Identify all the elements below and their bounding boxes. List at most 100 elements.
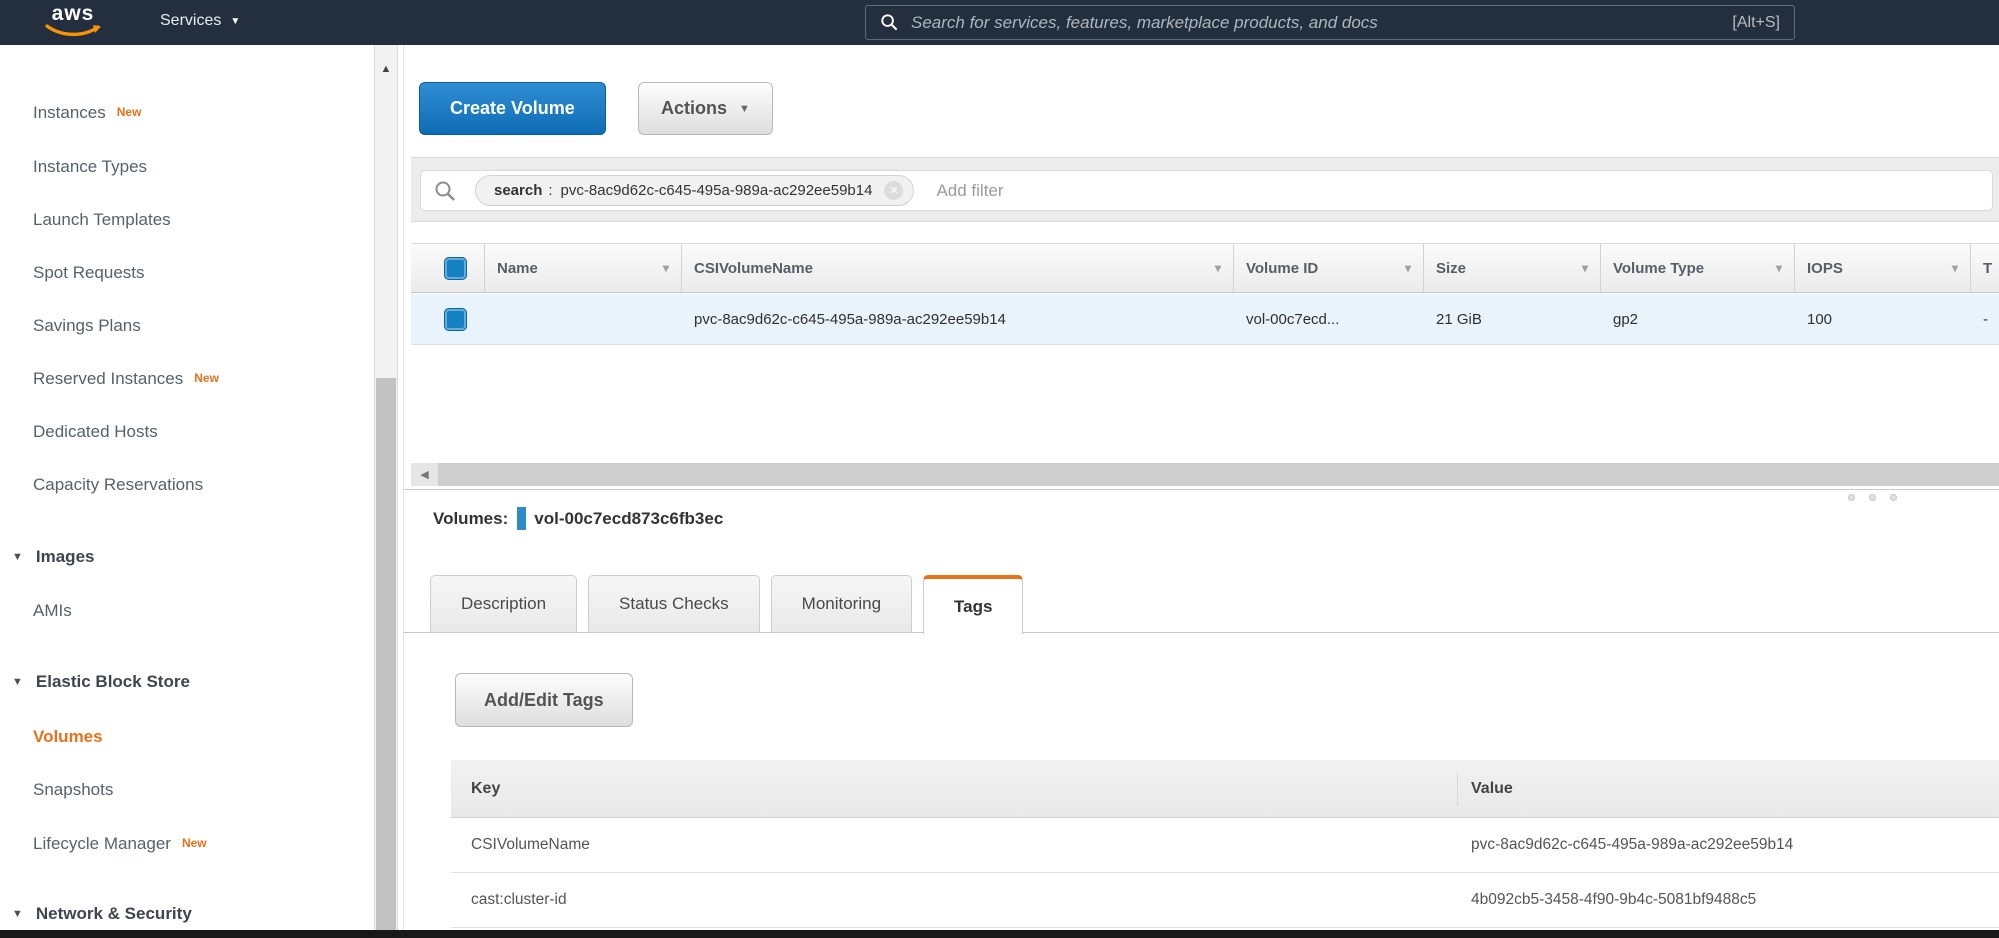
sidebar-item-amis[interactable]: AMIs bbox=[0, 598, 370, 624]
tag-row: cast:cluster-id 4b092cb5-3458-4f90-9b4c-… bbox=[451, 873, 1999, 928]
sort-caret-icon: ▾ bbox=[1776, 261, 1782, 275]
global-search-input[interactable] bbox=[911, 13, 1732, 33]
search-icon bbox=[433, 179, 457, 203]
volume-table-row[interactable]: pvc-8ac9d62c-c645-495a-989a-ac292ee59b14… bbox=[411, 294, 1999, 345]
sort-caret-icon: ▾ bbox=[1215, 261, 1221, 275]
remove-filter-icon[interactable]: ✕ bbox=[884, 181, 903, 200]
row-checkbox[interactable] bbox=[444, 308, 467, 331]
select-all-cell bbox=[411, 244, 485, 292]
tags-table-header: Key Value bbox=[451, 760, 1999, 818]
tab-tags[interactable]: Tags bbox=[923, 575, 1023, 634]
sidebar-item-capacity-reservations[interactable]: Capacity Reservations bbox=[0, 472, 370, 498]
section-collapse-icon: ▼ bbox=[12, 908, 23, 920]
col-header-throughput-truncated[interactable]: T bbox=[1971, 244, 1999, 292]
sidebar-item-savings-plans[interactable]: Savings Plans bbox=[0, 313, 370, 339]
aws-smile-icon bbox=[44, 24, 102, 38]
pane-resize-handle[interactable] bbox=[1848, 494, 1897, 501]
sidebar-item-volumes[interactable]: Volumes bbox=[0, 724, 370, 750]
filter-bar: search : pvc-8ac9d62c-c645-495a-989a-ac2… bbox=[411, 157, 1999, 222]
select-all-checkbox[interactable] bbox=[444, 257, 467, 280]
sidebar-item-lifecycle-manager[interactable]: Lifecycle ManagerNew bbox=[0, 831, 370, 857]
window-bottom-edge bbox=[0, 930, 1999, 938]
tab-monitoring[interactable]: Monitoring bbox=[771, 575, 912, 633]
col-header-csivolumename[interactable]: CSIVolumeName▾ bbox=[682, 244, 1234, 292]
pane-splitter[interactable] bbox=[404, 489, 1999, 490]
col-header-volume-type[interactable]: Volume Type▾ bbox=[1601, 244, 1795, 292]
section-collapse-icon: ▼ bbox=[12, 676, 23, 688]
search-icon bbox=[880, 13, 899, 32]
tag-value: 4b092cb5-3458-4f90-9b4c-5081bf9488c5 bbox=[1458, 891, 1999, 909]
chevron-down-icon: ▼ bbox=[230, 16, 240, 27]
tag-key: cast:cluster-id bbox=[451, 891, 1458, 909]
tags-table: Key Value CSIVolumeName pvc-8ac9d62c-c64… bbox=[451, 760, 1999, 928]
horizontal-scrollbar-thumb[interactable] bbox=[438, 463, 1999, 486]
filter-tag-key: search bbox=[494, 182, 542, 199]
col-header-volume-id[interactable]: Volume ID▾ bbox=[1234, 244, 1424, 292]
sidebar-item-dedicated-hosts[interactable]: Dedicated Hosts bbox=[0, 419, 370, 445]
detail-pane-title: Volumes: vol-00c7ecd873c6fb3ec bbox=[433, 507, 723, 530]
volumes-table-header: Name▾ CSIVolumeName▾ Volume ID▾ Size▾ Vo… bbox=[411, 243, 1999, 293]
tab-status-checks[interactable]: Status Checks bbox=[588, 575, 760, 633]
cell-iops: 100 bbox=[1795, 294, 1971, 344]
cell-throughput: - bbox=[1971, 294, 1999, 344]
sidebar-item-instance-types[interactable]: Instance Types bbox=[0, 154, 370, 180]
sidebar-item-reserved-instances[interactable]: Reserved InstancesNew bbox=[0, 366, 370, 392]
global-search-box[interactable]: [Alt+S] bbox=[865, 5, 1795, 40]
tags-col-header-value: Value bbox=[1458, 780, 1999, 798]
main-content: Create Volume Actions ▼ search : pvc-8ac… bbox=[403, 45, 1999, 930]
aws-console-window: aws Services ▼ [Alt+S] InstancesNew Inst… bbox=[0, 0, 1999, 938]
new-badge: New bbox=[182, 836, 207, 850]
search-filter-tag[interactable]: search : pvc-8ac9d62c-c645-495a-989a-ac2… bbox=[475, 175, 914, 206]
sort-caret-icon: ▾ bbox=[1582, 261, 1588, 275]
actions-button[interactable]: Actions ▼ bbox=[638, 82, 773, 135]
horizontal-scrollbar[interactable]: ◀ bbox=[411, 463, 1999, 486]
new-badge: New bbox=[194, 371, 219, 385]
create-volume-button[interactable]: Create Volume bbox=[419, 82, 606, 135]
sidebar-section-network-security[interactable]: ▼Network & Security bbox=[0, 901, 370, 927]
selected-volume-id: vol-00c7ecd873c6fb3ec bbox=[534, 509, 723, 529]
detail-tabs: Description Status Checks Monitoring Tag… bbox=[430, 575, 1023, 634]
sort-caret-icon: ▾ bbox=[1405, 261, 1411, 275]
selection-indicator-bar bbox=[517, 507, 526, 530]
top-navigation-bar: aws Services ▼ [Alt+S] bbox=[0, 0, 1999, 45]
volumes-label: Volumes: bbox=[433, 509, 508, 529]
cell-volume-id: vol-00c7ecd... bbox=[1234, 294, 1424, 344]
new-badge: New bbox=[117, 105, 142, 119]
col-header-iops[interactable]: IOPS▾ bbox=[1795, 244, 1971, 292]
tag-value: pvc-8ac9d62c-c645-495a-989a-ac292ee59b14 bbox=[1458, 836, 1999, 854]
filter-input-box[interactable]: search : pvc-8ac9d62c-c645-495a-989a-ac2… bbox=[420, 170, 1993, 211]
services-label: Services bbox=[160, 12, 221, 30]
sidebar-scrollbar-thumb[interactable] bbox=[376, 378, 396, 930]
sidebar-item-instances[interactable]: InstancesNew bbox=[0, 100, 370, 126]
aws-logo[interactable]: aws bbox=[38, 4, 108, 43]
scroll-left-icon[interactable]: ◀ bbox=[411, 463, 438, 486]
sidebar-item-launch-templates[interactable]: Launch Templates bbox=[0, 207, 370, 233]
col-header-size[interactable]: Size▾ bbox=[1424, 244, 1601, 292]
tags-col-header-key: Key bbox=[451, 772, 1458, 806]
cell-csivolumename: pvc-8ac9d62c-c645-495a-989a-ac292ee59b14 bbox=[682, 294, 1234, 344]
row-select-cell bbox=[411, 294, 485, 344]
cell-name bbox=[485, 294, 682, 344]
tag-row: CSIVolumeName pvc-8ac9d62c-c645-495a-989… bbox=[451, 818, 1999, 873]
services-menu[interactable]: Services ▼ bbox=[160, 12, 240, 30]
section-collapse-icon: ▼ bbox=[12, 551, 23, 563]
chevron-down-icon: ▼ bbox=[739, 103, 750, 115]
tab-description[interactable]: Description bbox=[430, 575, 577, 633]
filter-tag-separator: : bbox=[548, 182, 552, 199]
scroll-up-icon[interactable]: ▲ bbox=[375, 63, 397, 75]
search-shortcut-hint: [Alt+S] bbox=[1732, 14, 1780, 32]
ec2-sidebar: InstancesNew Instance Types Launch Templ… bbox=[0, 45, 403, 930]
sidebar-item-spot-requests[interactable]: Spot Requests bbox=[0, 260, 370, 286]
sidebar-scrollbar[interactable]: ▲ bbox=[374, 45, 398, 930]
sidebar-item-snapshots[interactable]: Snapshots bbox=[0, 777, 370, 803]
sidebar-section-elastic-block-store[interactable]: ▼Elastic Block Store bbox=[0, 669, 370, 695]
aws-logo-text: aws bbox=[38, 4, 108, 24]
cell-size: 21 GiB bbox=[1424, 294, 1601, 344]
tag-key: CSIVolumeName bbox=[451, 836, 1458, 854]
sort-caret-icon: ▾ bbox=[1952, 261, 1958, 275]
cell-volume-type: gp2 bbox=[1601, 294, 1795, 344]
add-filter-input[interactable] bbox=[936, 181, 1980, 201]
col-header-name[interactable]: Name▾ bbox=[485, 244, 682, 292]
add-edit-tags-button[interactable]: Add/Edit Tags bbox=[455, 673, 633, 727]
sidebar-section-images[interactable]: ▼Images bbox=[0, 544, 370, 570]
